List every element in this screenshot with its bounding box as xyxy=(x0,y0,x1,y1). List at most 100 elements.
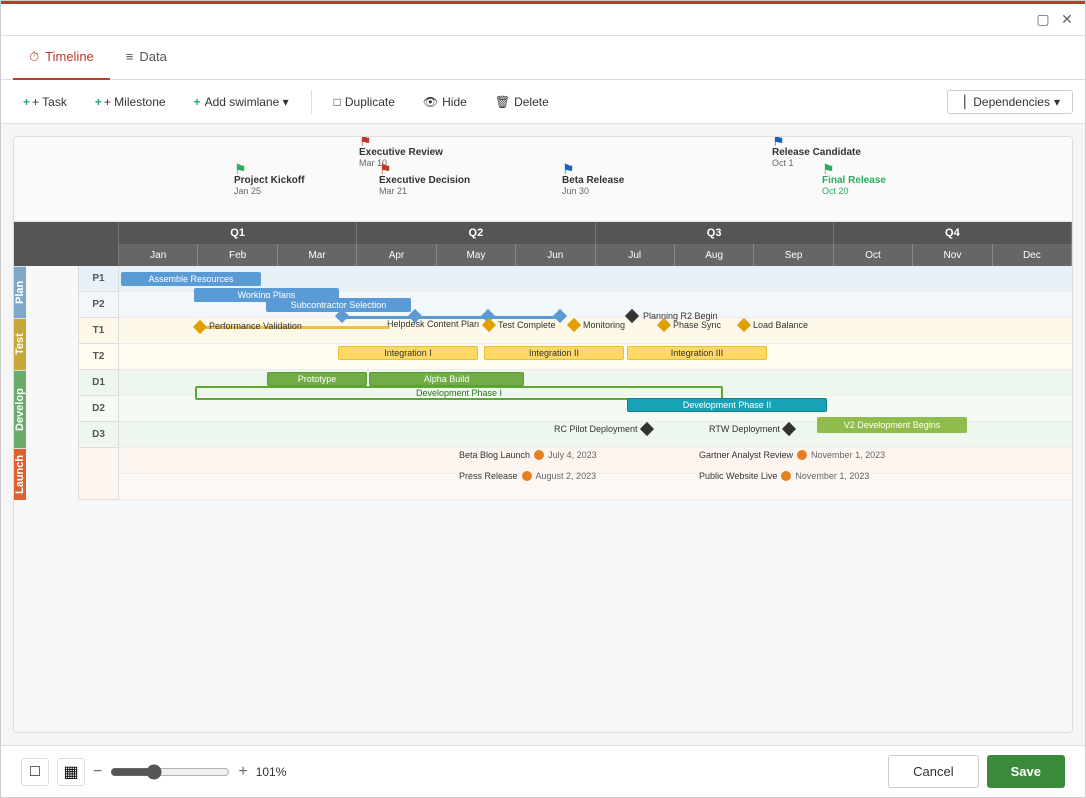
timeline-header: Q1 Q2 Q3 Q4 Jan Feb Mar Apr May Jun Jul … xyxy=(14,222,1072,266)
plus-icon-swimlane: + xyxy=(194,95,201,109)
title-bar: ▢ ✕ xyxy=(1,4,1085,36)
bar-prototype[interactable]: Prototype xyxy=(267,372,367,386)
toolbar: + + Task + + Milestone + Add swimlane ▾ … xyxy=(1,80,1085,124)
timeline-tab-label: Timeline xyxy=(45,49,94,64)
row-label-p2: P2 xyxy=(79,292,118,318)
swimlane-plan-label: Plan xyxy=(14,266,26,318)
month-jun: Jun xyxy=(516,244,595,266)
add-milestone-button[interactable]: + + Milestone xyxy=(85,91,176,113)
swimlane-test-label: Test xyxy=(14,318,26,370)
load-balance[interactable]: Load Balance xyxy=(739,320,808,330)
zoom-slider[interactable] xyxy=(110,764,230,780)
milestone-final-release: Final Release Oct 20 ⚑ xyxy=(822,175,886,196)
action-buttons: Cancel Save xyxy=(888,755,1065,788)
minimize-button[interactable]: ▢ xyxy=(1033,10,1053,30)
row-label-launch xyxy=(79,448,118,500)
press-release[interactable]: Press Release August 2, 2023 xyxy=(459,471,596,481)
rtw-deployment[interactable]: RTW Deployment xyxy=(709,424,794,434)
close-button[interactable]: ✕ xyxy=(1057,10,1077,30)
month-may: May xyxy=(437,244,516,266)
bar-integration-1[interactable]: Integration I xyxy=(338,346,478,360)
bar-alpha-build[interactable]: Alpha Build xyxy=(369,372,524,386)
hide-button[interactable]: 👁 Hide xyxy=(413,91,477,113)
row-label-d3: D3 xyxy=(79,422,118,448)
month-dec: Dec xyxy=(993,244,1072,266)
swimlane-develop-label: Develop xyxy=(14,370,26,448)
milestone-project-kickoff: Project Kickoff Jan 25 ⚑ xyxy=(234,175,305,196)
public-website[interactable]: Public Website Live November 1, 2023 xyxy=(699,471,869,481)
quarter-header-row: Q1 Q2 Q3 Q4 xyxy=(119,222,1072,244)
bar-v2-dev[interactable]: V2 Development Begins xyxy=(817,417,967,433)
row-label-t2: T2 xyxy=(79,344,118,370)
bar-subcontractor[interactable]: Subcontractor Selection xyxy=(266,298,411,312)
data-icon: ≡ xyxy=(126,49,134,64)
month-header-row: Jan Feb Mar Apr May Jun Jul Aug Sep Oct … xyxy=(119,244,1072,266)
quarter-q2: Q2 xyxy=(357,222,595,244)
save-button[interactable]: Save xyxy=(987,755,1065,788)
milestone-release-candidate: Release Candidate Oct 1 ⚑ xyxy=(772,147,861,168)
phase-sync[interactable]: Phase Sync xyxy=(659,320,721,330)
month-mar: Mar xyxy=(278,244,357,266)
zoom-icon-1[interactable]: □ xyxy=(21,758,49,786)
month-oct: Oct xyxy=(834,244,913,266)
month-jul: Jul xyxy=(596,244,675,266)
quarter-q3: Q3 xyxy=(596,222,834,244)
content-area: Project Kickoff Jan 25 ⚑ Executive Revie… xyxy=(1,124,1085,745)
monitoring[interactable]: Monitoring xyxy=(569,320,625,330)
bar-dev-phase-2[interactable]: Development Phase II xyxy=(627,398,827,412)
duplicate-icon: □ xyxy=(334,95,341,109)
month-jan: Jan xyxy=(119,244,198,266)
swimlane-body: Plan Test Develop Launch P1 P2 T1 T2 D1 … xyxy=(14,266,1072,500)
milestone-exec-decision: Executive Decision Mar 21 ⚑ xyxy=(379,175,470,196)
milestone-beta-release: Beta Release Jun 30 ⚑ xyxy=(562,175,624,196)
bottom-bar: □ ▦ − + 101% Cancel Save xyxy=(1,745,1085,797)
timeline-icon: ⏱ xyxy=(29,49,39,65)
data-tab-label: Data xyxy=(139,49,166,64)
cancel-button[interactable]: Cancel xyxy=(888,755,978,788)
quarter-q1: Q1 xyxy=(119,222,357,244)
duplicate-button[interactable]: □ Duplicate xyxy=(324,91,405,113)
row-labels: P1 P2 T1 T2 D1 D2 D3 xyxy=(79,266,119,500)
swimlane-launch-label: Launch xyxy=(14,448,26,500)
bar-integration-2[interactable]: Integration II xyxy=(484,346,624,360)
row-label-d1: D1 xyxy=(79,370,118,396)
month-nov: Nov xyxy=(913,244,992,266)
delete-icon: 🗑 xyxy=(495,95,510,109)
tab-timeline[interactable]: ⏱ Timeline xyxy=(13,36,110,80)
zoom-icon-2[interactable]: ▦ xyxy=(57,758,85,786)
rc-pilot[interactable]: RC Pilot Deployment xyxy=(554,424,652,434)
gantt-chart: Assemble Resources Working Plans Subcont… xyxy=(119,266,1072,500)
test-complete[interactable]: Test Complete xyxy=(484,320,556,330)
add-task-button[interactable]: + + Task xyxy=(13,91,77,113)
month-aug: Aug xyxy=(675,244,754,266)
bars-overlay[interactable]: Assemble Resources Working Plans Subcont… xyxy=(119,266,1072,500)
dependencies-button[interactable]: ⎪ Dependencies ▾ xyxy=(947,90,1073,114)
row-label-p1: P1 xyxy=(79,266,118,292)
milestones-area: Project Kickoff Jan 25 ⚑ Executive Revie… xyxy=(14,137,1072,222)
beta-blog-launch[interactable]: Beta Blog Launch July 4, 2023 xyxy=(459,450,597,460)
plus-icon-milestone: + xyxy=(95,95,102,109)
bar-perf-validation[interactable]: Performance Validation xyxy=(195,320,390,334)
plus-icon: + xyxy=(23,95,30,109)
tab-data[interactable]: ≡ Data xyxy=(110,36,183,80)
row-label-d2: D2 xyxy=(79,396,118,422)
zoom-minus[interactable]: − xyxy=(93,763,102,781)
swimlane-labels: Plan Test Develop Launch xyxy=(14,266,79,500)
helpdesk-content-plan[interactable]: Helpdesk Content Plan xyxy=(337,311,557,319)
hide-icon: 👁 xyxy=(423,95,438,109)
add-swimlane-button[interactable]: + Add swimlane ▾ xyxy=(184,91,299,113)
bar-integration-3[interactable]: Integration III xyxy=(627,346,767,360)
delete-button[interactable]: 🗑 Delete xyxy=(485,91,559,113)
chevron-down-icon: ▾ xyxy=(1054,95,1060,109)
toolbar-right: ⎪ Dependencies ▾ xyxy=(947,90,1073,114)
separator-1 xyxy=(311,90,312,114)
dependencies-icon: ⎪ xyxy=(960,95,969,109)
bar-assemble-resources[interactable]: Assemble Resources xyxy=(121,272,261,286)
month-sep: Sep xyxy=(754,244,833,266)
zoom-plus[interactable]: + xyxy=(238,763,247,781)
gartner-review[interactable]: Gartner Analyst Review November 1, 2023 xyxy=(699,450,885,460)
milestone-exec-review: Executive Review Mar 10 ⚑ xyxy=(359,147,443,168)
zoom-value: 101% xyxy=(256,765,292,779)
row-label-t1: T1 xyxy=(79,318,118,344)
quarter-q4: Q4 xyxy=(834,222,1072,244)
